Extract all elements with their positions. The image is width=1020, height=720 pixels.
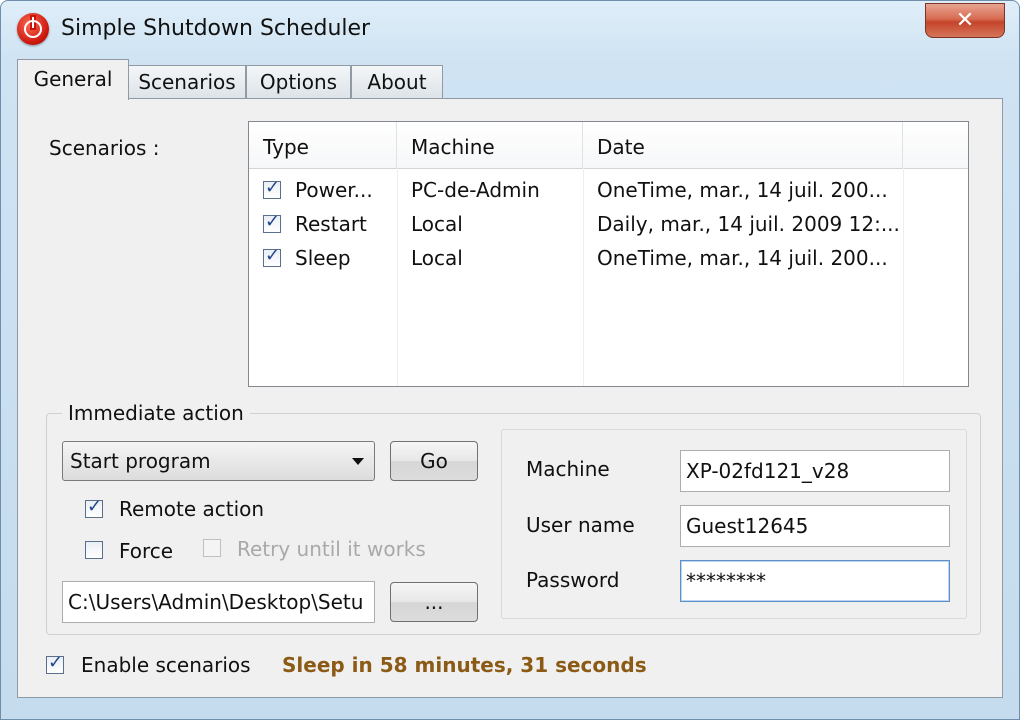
title-bar[interactable]: Simple Shutdown Scheduler ✕ [1, 1, 1019, 57]
row-type: Power... [295, 178, 373, 202]
table-row[interactable]: Power... PC-de-Admin OneTime, mar., 14 j… [249, 174, 968, 208]
scenarios-list[interactable]: Type Machine Date Power... PC-de-Admin O… [248, 121, 969, 387]
column-header-machine[interactable]: Machine [397, 122, 583, 168]
table-row[interactable]: Sleep Local OneTime, mar., 14 juil. 200.… [249, 242, 968, 276]
row-machine: Local [411, 212, 463, 236]
main-window: Simple Shutdown Scheduler ✕ General Scen… [0, 0, 1020, 720]
table-row[interactable]: Restart Local Daily, mar., 14 juil. 2009… [249, 208, 968, 242]
enable-scenarios-checkbox[interactable] [46, 652, 64, 674]
column-header-type[interactable]: Type [249, 122, 397, 168]
row-checkbox[interactable] [263, 211, 281, 233]
tab-scenarios[interactable]: Scenarios [128, 65, 246, 98]
tab-general[interactable]: General [17, 59, 129, 100]
scenarios-label: Scenarios : [49, 136, 160, 160]
password-input[interactable]: ******** [680, 560, 950, 602]
password-label: Password [526, 568, 620, 592]
remote-action-checkbox[interactable] [85, 496, 103, 518]
row-date: OneTime, mar., 14 juil. 200... [597, 178, 888, 202]
go-button[interactable]: Go [390, 441, 478, 481]
row-date: Daily, mar., 14 juil. 2009 12:... [597, 212, 900, 236]
program-path-input[interactable]: C:\Users\Admin\Desktop\Setu [62, 581, 375, 623]
browse-button[interactable]: ... [390, 582, 478, 622]
row-date: OneTime, mar., 14 juil. 200... [597, 246, 888, 270]
remote-credentials-panel: Machine XP-02fd121_v28 User name Guest12… [501, 429, 967, 619]
status-text: Sleep in 58 minutes, 31 seconds [282, 653, 647, 677]
tab-about[interactable]: About [351, 65, 443, 98]
close-button[interactable]: ✕ [925, 3, 1005, 38]
list-header: Type Machine Date [249, 122, 968, 169]
immediate-action-title: Immediate action [62, 401, 250, 425]
username-input[interactable]: Guest12645 [680, 505, 950, 547]
column-header-date[interactable]: Date [583, 122, 903, 168]
username-label: User name [526, 513, 635, 537]
retry-checkbox [203, 539, 221, 557]
power-icon [17, 13, 49, 45]
row-machine: PC-de-Admin [411, 178, 540, 202]
chevron-down-icon [352, 458, 364, 465]
action-dropdown-value: Start program [70, 449, 211, 473]
machine-label: Machine [526, 457, 610, 481]
force-label[interactable]: Force [119, 539, 173, 563]
retry-label: Retry until it works [237, 537, 426, 561]
row-type: Restart [295, 212, 367, 236]
enable-scenarios-label[interactable]: Enable scenarios [81, 653, 251, 677]
row-machine: Local [411, 246, 463, 270]
machine-input[interactable]: XP-02fd121_v28 [680, 450, 950, 492]
action-dropdown[interactable]: Start program [62, 441, 375, 481]
window-title: Simple Shutdown Scheduler [61, 16, 371, 41]
row-checkbox[interactable] [263, 245, 281, 267]
row-checkbox[interactable] [263, 177, 281, 199]
general-tab-panel: Scenarios : Type Machine Date Power... P… [17, 98, 1003, 698]
tab-options[interactable]: Options [246, 65, 351, 98]
row-type: Sleep [295, 246, 351, 270]
remote-action-label[interactable]: Remote action [119, 497, 264, 521]
force-checkbox[interactable] [85, 541, 103, 559]
